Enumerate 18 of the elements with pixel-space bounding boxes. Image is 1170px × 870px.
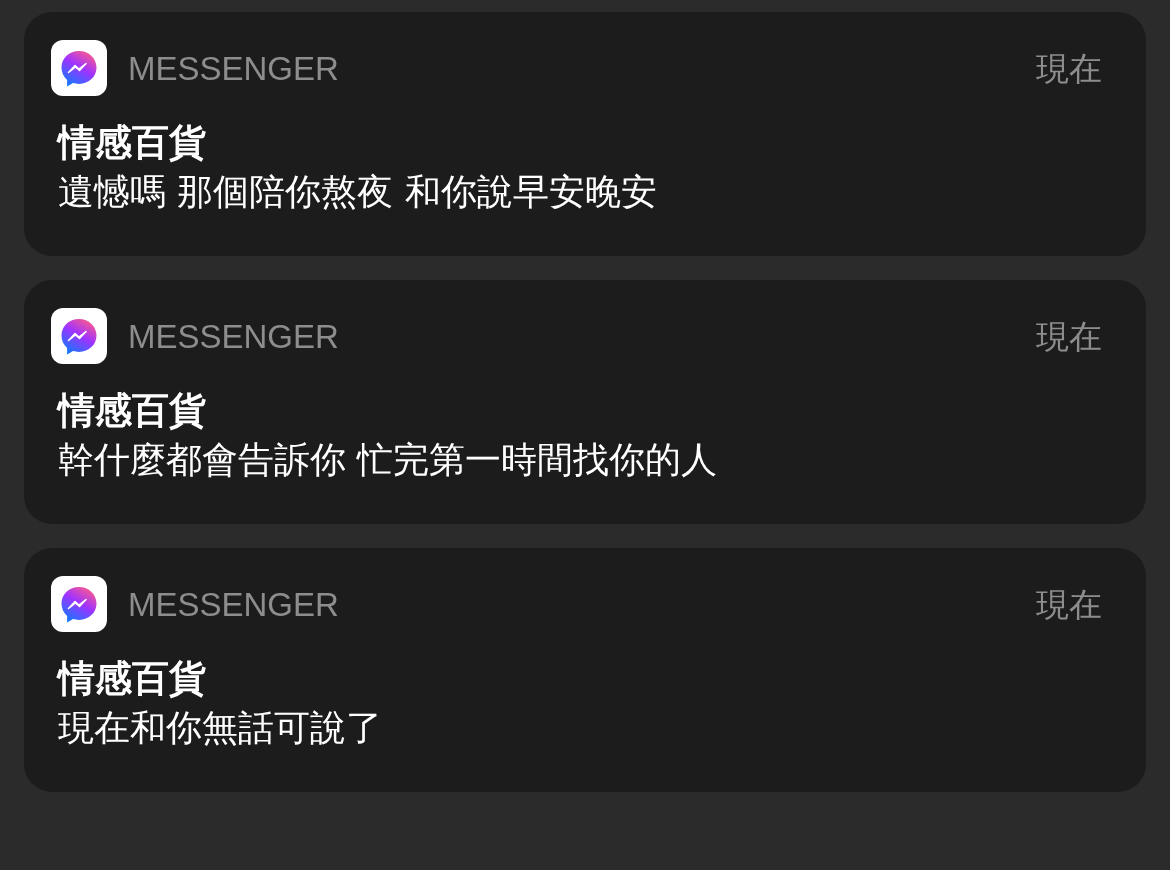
app-name: MESSENGER — [128, 587, 339, 621]
chat-bubble-icon — [51, 308, 107, 364]
chat-bubble-icon — [51, 40, 107, 96]
notification-time: 現在 — [1036, 319, 1102, 353]
sender-name: 情感百貨 — [58, 656, 206, 702]
chat-bubble-icon — [51, 576, 107, 632]
notification-card[interactable]: MESSENGER 現在 情感百貨 幹什麼都會告訴你 忙完第一時間找你的人 — [24, 280, 1146, 524]
message-text: 遺憾嗎 那個陪你熬夜 和你說早安晚安 — [58, 170, 657, 214]
notification-card[interactable]: MESSENGER 現在 情感百貨 遺憾嗎 那個陪你熬夜 和你說早安晚安 — [24, 12, 1146, 256]
app-name: MESSENGER — [128, 319, 339, 353]
sender-name: 情感百貨 — [58, 388, 206, 434]
notification-time: 現在 — [1036, 587, 1102, 621]
message-text: 現在和你無話可說了 — [58, 706, 382, 750]
app-name: MESSENGER — [128, 51, 339, 85]
sender-name: 情感百貨 — [58, 120, 206, 166]
notification-card[interactable]: MESSENGER 現在 情感百貨 現在和你無話可說了 — [24, 548, 1146, 792]
message-text: 幹什麼都會告訴你 忙完第一時間找你的人 — [58, 438, 718, 482]
notification-time: 現在 — [1036, 51, 1102, 85]
